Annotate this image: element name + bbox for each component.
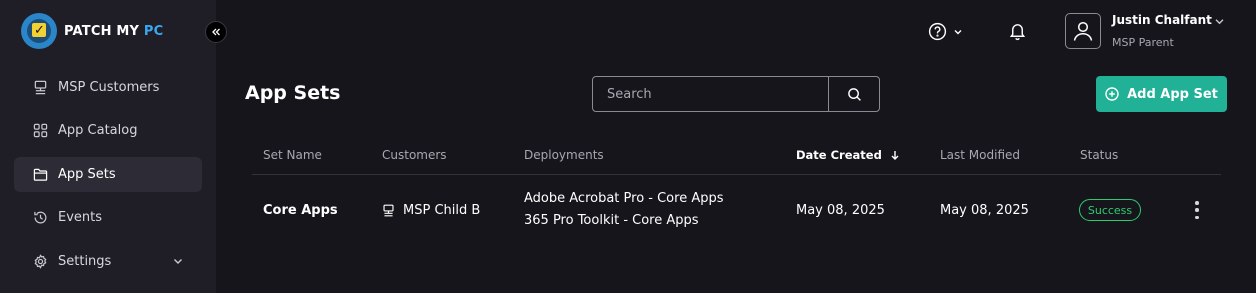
brand-name: PATCH MY PC — [64, 24, 163, 39]
sidebar-nav: MSP Customers App Catalog App Sets Event… — [14, 70, 202, 287]
sidebar-item-msp-customers[interactable]: MSP Customers — [14, 70, 202, 105]
search-icon — [847, 87, 861, 101]
column-header-deployments[interactable]: Deployments — [524, 148, 604, 162]
brand-name-main: PATCH MY — [64, 23, 144, 39]
sidebar: ✓ PATCH MY PC MSP Customers App Catalog … — [0, 0, 216, 293]
add-app-set-button[interactable]: Add App Set — [1096, 76, 1227, 112]
user-name[interactable]: Justin Chalfant — [1112, 13, 1212, 27]
customer-name: MSP Child B — [403, 203, 481, 218]
chevron-down-icon[interactable] — [1214, 16, 1225, 27]
search-box — [592, 76, 880, 112]
cell-set-name[interactable]: Core Apps — [263, 203, 338, 218]
column-header-status[interactable]: Status — [1080, 148, 1118, 162]
sidebar-item-label: App Sets — [58, 166, 116, 182]
sidebar-item-app-sets[interactable]: App Sets — [14, 156, 202, 192]
search-button[interactable] — [828, 77, 879, 111]
collapse-sidebar-button[interactable] — [205, 21, 227, 43]
network-icon — [32, 80, 48, 96]
sort-arrow-down-icon — [891, 151, 899, 160]
grid-icon — [32, 123, 48, 139]
column-header-last-modified[interactable]: Last Modified — [940, 148, 1020, 162]
chevrons-left-icon — [212, 28, 220, 36]
user-role: MSP Parent — [1112, 36, 1174, 49]
brand-name-accent: PC — [143, 23, 164, 39]
network-icon — [383, 204, 394, 217]
chevron-down-icon — [954, 29, 962, 34]
sidebar-item-label: Events — [58, 210, 103, 226]
notifications-bell-icon[interactable] — [1008, 21, 1027, 41]
cell-customer: MSP Child B — [382, 203, 480, 218]
gear-icon — [32, 253, 48, 269]
avatar[interactable] — [1065, 13, 1101, 49]
column-header-customers[interactable]: Customers — [382, 148, 447, 162]
search-input[interactable] — [593, 77, 828, 111]
add-app-set-label: Add App Set — [1127, 86, 1218, 102]
sidebar-item-label: MSP Customers — [58, 80, 160, 95]
help-menu-button[interactable] — [928, 22, 963, 41]
column-header-label: Date Created — [796, 148, 882, 162]
column-header-set-name[interactable]: Set Name — [263, 148, 322, 162]
column-header-date-created[interactable]: Date Created — [796, 148, 900, 162]
cell-last-modified: May 08, 2025 — [940, 203, 1029, 218]
user-icon — [1073, 21, 1093, 41]
cell-deployment-2: 365 Pro Toolkit - Core Apps — [524, 213, 699, 228]
history-icon — [32, 210, 48, 226]
sidebar-item-label: Settings — [58, 253, 112, 269]
brand-logo[interactable]: ✓ PATCH MY PC — [21, 13, 163, 49]
table-header-divider — [252, 174, 1221, 175]
logo-mark-icon: ✓ — [21, 13, 57, 49]
cell-date-created: May 08, 2025 — [796, 203, 885, 218]
sidebar-item-app-catalog[interactable]: App Catalog — [14, 113, 202, 148]
sidebar-item-settings[interactable]: Settings — [14, 244, 202, 279]
folder-icon — [32, 166, 48, 182]
row-actions-kebab-icon[interactable] — [1190, 200, 1204, 220]
chevron-down-icon[interactable] — [172, 255, 184, 267]
page-title: App Sets — [245, 82, 341, 104]
sidebar-item-label: App Catalog — [58, 123, 138, 139]
status-badge: Success — [1079, 199, 1141, 221]
plus-circle-icon — [1105, 87, 1119, 101]
cell-deployment-1: Adobe Acrobat Pro - Core Apps — [524, 191, 724, 206]
sidebar-item-events[interactable]: Events — [14, 200, 202, 235]
help-icon — [928, 22, 947, 41]
